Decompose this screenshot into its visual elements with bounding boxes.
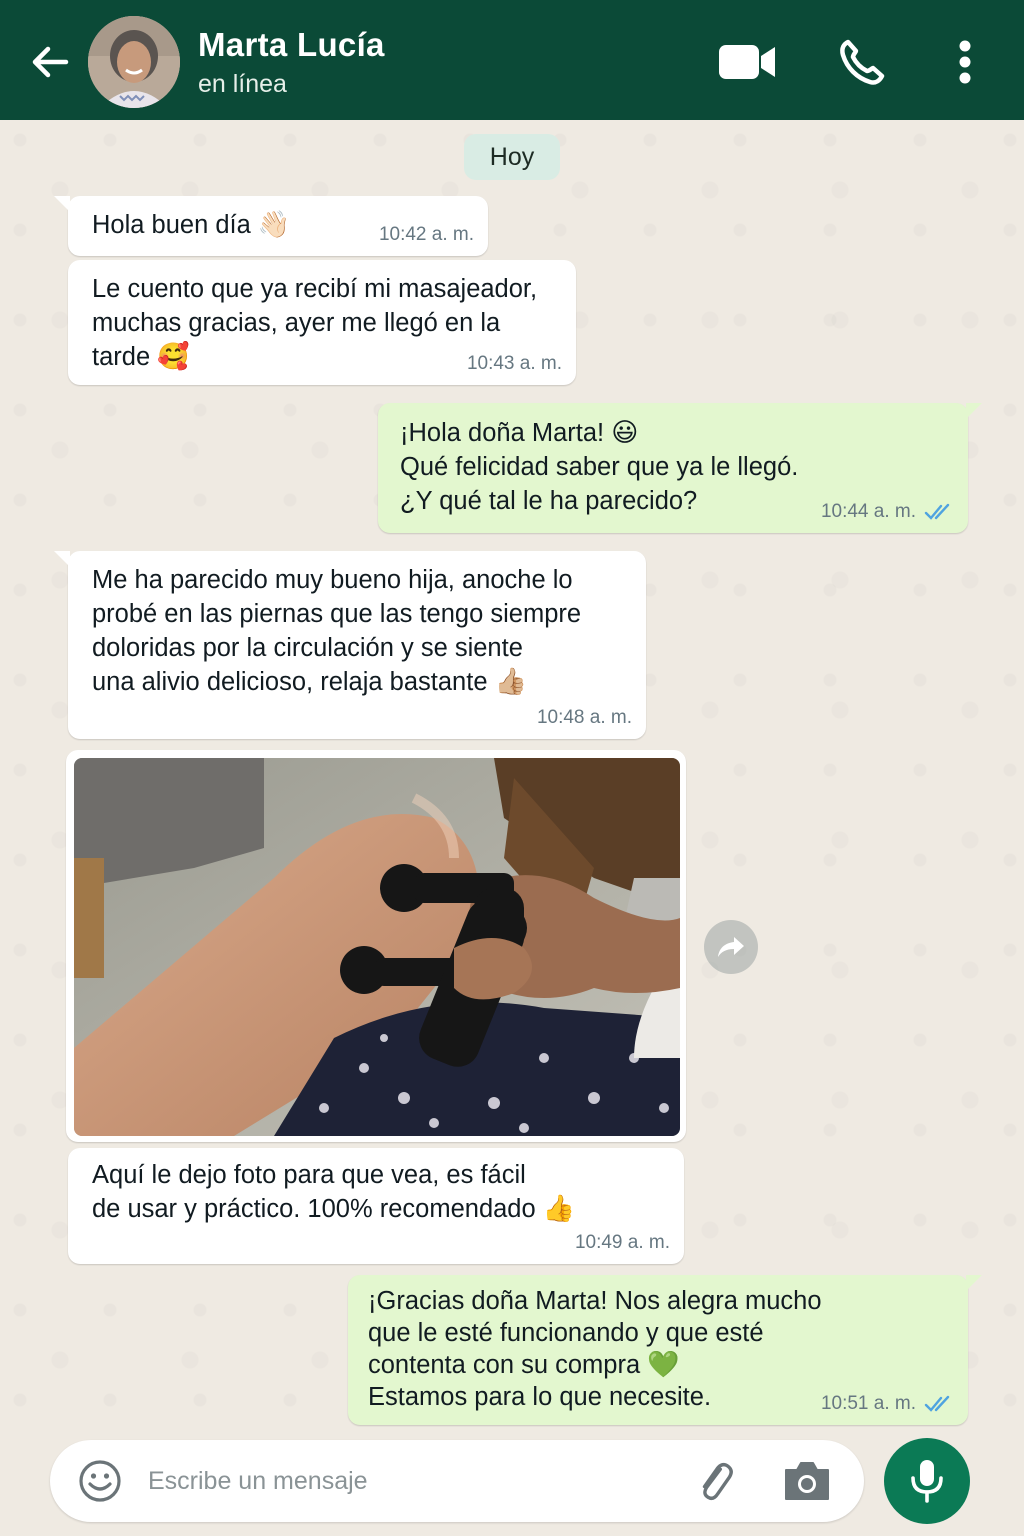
chat-header: Marta Lucía en línea [0,0,1024,120]
massager-photo[interactable] [74,758,680,1136]
avatar[interactable] [88,16,180,108]
video-call-icon[interactable] [716,36,778,88]
message-text: ¡Hola doña Marta! [400,419,605,447]
forward-icon[interactable] [704,920,758,974]
microphone-button[interactable] [884,1438,970,1524]
back-arrow-icon[interactable] [28,40,72,84]
grinning-face-emoji: 😃 [611,418,639,448]
day-chip: Hoy [464,134,560,180]
message-time-row: 10:44 a. m. [821,501,954,523]
message-time: 10:49 a. m. [574,1232,670,1253]
bubble-tail [966,1275,982,1291]
message-text: Hola buen día [92,211,251,239]
message-text: Aquí le dejo foto para que vea, es fácil… [92,1161,536,1223]
message-text: ¡Gracias doña Marta! Nos alegra mucho qu… [368,1287,822,1379]
message-bubble-out[interactable]: ¡Hola doña Marta! 😃 Qué felicidad saber q… [378,403,982,533]
message-time: 10:48 a. m. [536,707,632,728]
read-ticks-icon [924,1395,950,1412]
message-time: 10:43 a. m. [466,353,562,374]
green-heart-emoji: 💚 [647,1350,680,1380]
message-time: 10:44 a. m. [820,501,916,522]
message-bubble-in[interactable]: Le cuento que ya recibí mi masajeador, m… [68,260,576,385]
message-bubble-in[interactable]: Me ha parecido muy bueno hija, anoche lo… [54,551,646,739]
message-time: 10:51 a. m. [820,1393,916,1414]
message-text: Qué felicidad saber que ya le llegó. ¿Y … [400,453,799,515]
message-bubble-in[interactable]: Aquí le dejo foto para que vea, es fácil… [68,1148,684,1264]
message-bubble-out[interactable]: ¡Gracias doña Marta! Nos alegra mucho qu… [348,1275,982,1425]
bubble-tail [54,551,70,567]
microphone-icon [911,1460,943,1503]
waving-hand-emoji: 👋🏻 [257,210,291,240]
read-ticks-icon [924,503,950,520]
bubble-tail [966,403,982,419]
camera-icon[interactable] [782,1458,832,1504]
smiling-hearts-emoji: 🥰 [157,342,190,372]
message-input[interactable] [148,1458,668,1504]
bubble-tail [54,196,70,212]
contact-name[interactable]: Marta Lucía [198,26,385,64]
emoji-icon[interactable] [78,1459,122,1503]
thumbs-up-emoji: 👍 [542,1194,576,1224]
message-composer [50,1440,864,1522]
attach-clip-icon[interactable] [692,1458,740,1506]
contact-status: en línea [198,70,287,98]
message-time-row: 10:51 a. m. [821,1393,954,1415]
message-bubble-in[interactable]: Hola buen día 👋🏻 10:42 a. m. [54,196,488,256]
message-time: 10:42 a. m. [378,224,474,245]
image-message[interactable] [66,750,686,1142]
message-text: Estamos para lo que necesite. [368,1383,712,1411]
thumbs-up-emoji: 👍🏼 [494,667,527,697]
phone-call-icon[interactable] [834,36,890,88]
more-options-icon[interactable] [944,36,986,88]
